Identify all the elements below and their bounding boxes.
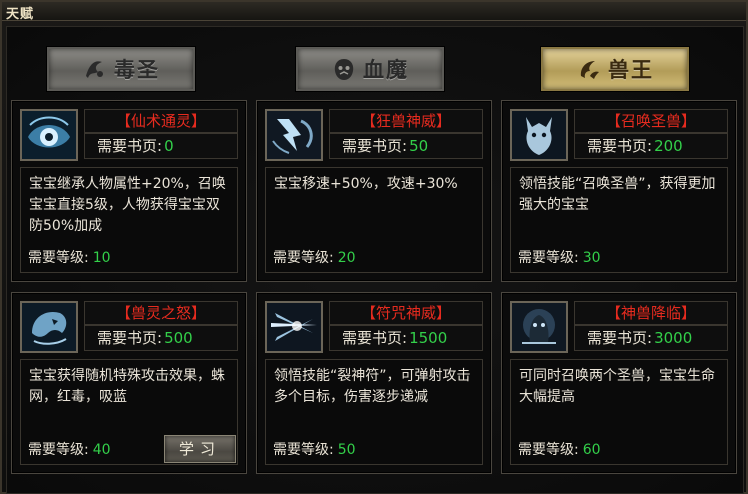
talent-icon-frame: [20, 109, 78, 161]
talent-card: 【兽灵之怒】 需要书页: 500 宝宝获得随机特殊攻击效果，蛛网，红毒，吸蓝 需要…: [11, 292, 247, 474]
talent-name: 【神兽降临】: [574, 301, 728, 325]
pages-label: 需要书页:: [587, 137, 653, 155]
spirit-eye-icon: [22, 111, 76, 159]
level-value: 30: [582, 250, 601, 266]
level-label: 需要等级:: [518, 442, 579, 458]
pages-label: 需要书页:: [97, 137, 163, 155]
talent-name: 【召唤圣兽】: [574, 109, 728, 133]
talent-card: 【神兽降临】 需要书页: 3000 可同时召唤两个圣兽，宝宝生命大幅提高 需要等级…: [501, 292, 737, 474]
talent-name: 【符咒神威】: [329, 301, 483, 325]
beast-claw-icon: [580, 61, 599, 79]
tab-label: 兽王: [608, 57, 654, 82]
tab-label: 毒圣: [114, 57, 160, 82]
beast-spirit-icon: [22, 303, 76, 351]
holy-beast-icon: [512, 111, 566, 159]
required-level: 需要等级: 60: [518, 439, 601, 459]
talent-icon-frame: [265, 109, 323, 161]
level-label: 需要等级:: [28, 442, 89, 458]
pages-value: 50: [409, 137, 429, 155]
level-value: 60: [582, 442, 601, 458]
required-pages: 需要书页: 50: [329, 133, 483, 159]
talent-card: 【狂兽神威】 需要书页: 50 宝宝移速+50%，攻速+30% 需要等级: 20: [256, 100, 492, 282]
lightning-beast-icon: [267, 111, 321, 159]
required-level: 需要等级: 20: [273, 247, 356, 267]
required-pages: 需要书页: 1500: [329, 325, 483, 351]
talisman-burst-icon: [267, 303, 321, 351]
learn-button[interactable]: 学习: [164, 435, 236, 463]
talent-name: 【仙术通灵】: [84, 109, 238, 133]
talent-panel: 毒圣 血魔 兽王 【仙术通灵】 需要书页: 0 宝宝继承人物属性+20%，召唤宝…: [6, 26, 744, 494]
level-value: 40: [92, 442, 111, 458]
required-pages: 需要书页: 500: [84, 325, 238, 351]
poison-emblem-icon: [86, 61, 103, 78]
divine-beast-icon: [512, 303, 566, 351]
required-pages: 需要书页: 200: [574, 133, 728, 159]
pages-label: 需要书页:: [342, 329, 408, 347]
talent-icon-frame: [20, 301, 78, 353]
tab-poison-saint[interactable]: 毒圣: [47, 47, 195, 91]
required-pages: 需要书页: 0: [84, 133, 238, 159]
pages-label: 需要书页:: [587, 329, 653, 347]
talent-window: 天赋 毒圣 血魔 兽王 【仙术通灵】 需要书页: 0 宝宝继承人物属性+20%，…: [0, 0, 748, 494]
talent-card: 【仙术通灵】 需要书页: 0 宝宝继承人物属性+20%，召唤宝宝直接5级，人物获得…: [11, 100, 247, 282]
required-level: 需要等级: 10: [28, 247, 111, 267]
level-value: 20: [337, 250, 356, 266]
pages-value: 0: [164, 137, 174, 155]
title-bar[interactable]: 天赋: [2, 2, 746, 22]
level-label: 需要等级:: [518, 250, 579, 266]
required-level: 需要等级: 30: [518, 247, 601, 267]
pages-value: 500: [164, 329, 193, 347]
tab-beast-king[interactable]: 兽王: [541, 47, 689, 91]
level-value: 10: [92, 250, 111, 266]
pages-label: 需要书页:: [97, 329, 163, 347]
window-title: 天赋: [6, 7, 35, 22]
talent-name: 【兽灵之怒】: [84, 301, 238, 325]
talent-name: 【狂兽神威】: [329, 109, 483, 133]
level-label: 需要等级:: [273, 442, 334, 458]
required-level: 需要等级: 50: [273, 439, 356, 459]
level-value: 50: [337, 442, 356, 458]
talent-icon-frame: [510, 109, 568, 161]
talent-icon-frame: [265, 301, 323, 353]
required-level: 需要等级: 40: [28, 439, 111, 459]
talent-card: 【召唤圣兽】 需要书页: 200 领悟技能“召唤圣兽”，获得更加强大的宝宝 需要等…: [501, 100, 737, 282]
pages-value: 200: [654, 137, 683, 155]
pages-value: 3000: [654, 329, 693, 347]
tab-label: 血魔: [363, 57, 409, 82]
pages-label: 需要书页:: [342, 137, 408, 155]
required-pages: 需要书页: 3000: [574, 325, 728, 351]
pages-value: 1500: [409, 329, 448, 347]
talent-card: 【符咒神威】 需要书页: 1500 领悟技能“裂神符”，可弹射攻击多个目标，伤害逐…: [256, 292, 492, 474]
talent-icon-frame: [510, 301, 568, 353]
level-label: 需要等级:: [28, 250, 89, 266]
demon-face-icon: [334, 59, 354, 80]
tab-blood-demon[interactable]: 血魔: [296, 47, 444, 91]
level-label: 需要等级:: [273, 250, 334, 266]
